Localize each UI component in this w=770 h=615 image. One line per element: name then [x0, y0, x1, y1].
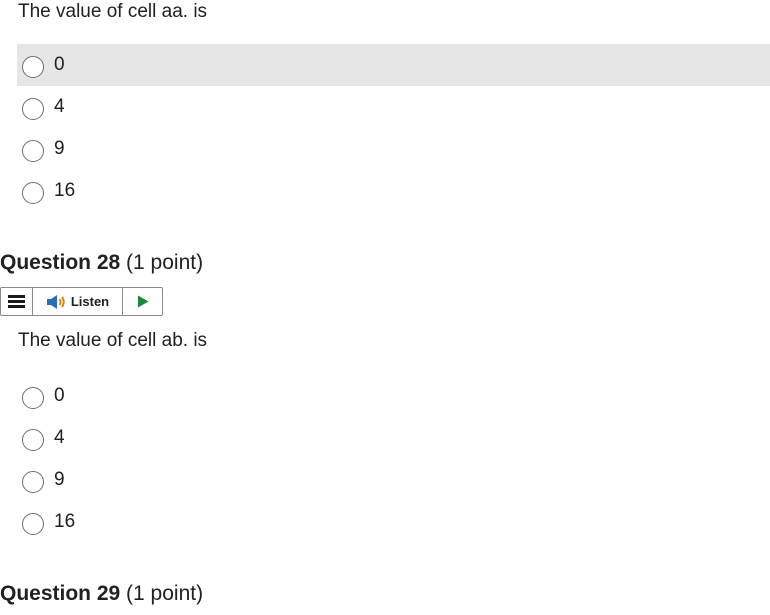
- question-number: Question 29: [0, 582, 121, 605]
- q27-option-4[interactable]: 4: [17, 86, 770, 128]
- q28-option-0[interactable]: 0: [17, 375, 770, 417]
- option-label: 9: [54, 138, 65, 159]
- speaker-icon: [46, 294, 65, 309]
- radio-button[interactable]: [22, 387, 44, 409]
- radio-button[interactable]: [22, 429, 44, 451]
- radio-button[interactable]: [22, 513, 44, 535]
- question-29-heading: Question 29 (1 point): [0, 581, 203, 607]
- question-27-prompt: The value of cell aa. is: [18, 1, 208, 22]
- q27-option-0[interactable]: 0: [17, 44, 770, 86]
- option-label: 16: [54, 180, 76, 201]
- option-label: 16: [54, 511, 76, 532]
- q28-option-9[interactable]: 9: [17, 459, 770, 501]
- radio-button[interactable]: [22, 56, 44, 78]
- q27-option-9[interactable]: 9: [17, 128, 770, 170]
- radio-button[interactable]: [22, 182, 44, 204]
- question-27-options: 0 4 9 16: [17, 44, 770, 212]
- read-aloud-toolbar: Listen: [0, 287, 163, 316]
- option-label: 4: [54, 427, 65, 448]
- play-button[interactable]: [123, 288, 162, 315]
- option-label: 0: [54, 54, 65, 75]
- radio-button[interactable]: [22, 98, 44, 120]
- question-points: (1 point): [126, 582, 204, 605]
- option-label: 4: [54, 96, 65, 117]
- menu-icon[interactable]: [1, 288, 33, 315]
- play-icon: [137, 295, 148, 308]
- radio-button[interactable]: [22, 140, 44, 162]
- listen-label: Listen: [70, 294, 110, 309]
- question-28-options: 0 4 9 16: [17, 375, 770, 543]
- question-28-prompt: The value of cell ab. is: [18, 330, 208, 351]
- radio-button[interactable]: [22, 471, 44, 493]
- question-number: Question 28: [0, 251, 121, 274]
- option-label: 9: [54, 469, 65, 490]
- question-points: (1 point): [126, 251, 204, 274]
- listen-button[interactable]: Listen: [33, 288, 123, 315]
- q27-option-16[interactable]: 16: [17, 170, 770, 212]
- option-label: 0: [54, 385, 65, 406]
- question-28-heading: Question 28 (1 point): [0, 250, 203, 276]
- q28-option-16[interactable]: 16: [17, 501, 770, 543]
- q28-option-4[interactable]: 4: [17, 417, 770, 459]
